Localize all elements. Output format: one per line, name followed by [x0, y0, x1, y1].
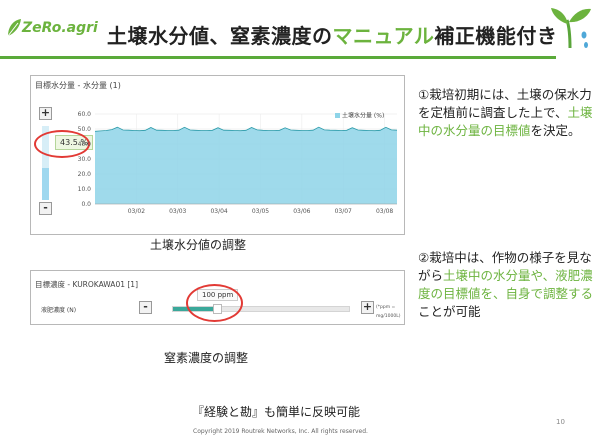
x-tick-label: 03/04: [210, 208, 227, 215]
x-tick-label: 03/02: [128, 208, 145, 215]
y-tick-label: 20.0: [78, 171, 92, 178]
highlight-circle: [186, 284, 243, 322]
y-tick-label: 50.0: [78, 126, 92, 133]
legend-swatch: [335, 113, 340, 118]
x-tick-label: 03/06: [293, 208, 310, 215]
zero-agri-logo: ZeRo.agri: [6, 16, 104, 42]
moisture-increase-button[interactable]: +: [39, 107, 52, 120]
logo-text: ZeRo.agri: [22, 20, 98, 36]
x-tick-label: 03/05: [252, 208, 269, 215]
nitrogen-label: 液肥濃度 (N): [41, 307, 77, 314]
footer-note: 『経験と勘』も簡単に反映可能: [192, 405, 361, 419]
moisture-slider-fill: [42, 167, 49, 200]
legend-label: 土壌水分量 (%): [342, 112, 384, 120]
explanation-1-tail: を決定。: [530, 123, 581, 138]
x-tick-label: 03/03: [169, 208, 186, 215]
page-number: 10: [556, 418, 565, 426]
explanation-block-1: ①栽培初期には、土壌の保水力を定植前に調査した上で、土壌中の水分量の目標値を決定…: [418, 86, 596, 140]
copyright: Copyright 2019 Routrek Networks, Inc. Al…: [193, 428, 368, 435]
y-tick-label: 0.0: [81, 201, 91, 208]
y-tick-label: 40.0: [78, 141, 92, 148]
title-part2: 補正機能付き: [434, 24, 558, 48]
moisture-decrease-button[interactable]: -: [39, 202, 52, 215]
x-tick-label: 03/08: [376, 208, 393, 215]
y-tick-label: 30.0: [78, 156, 92, 163]
nitrogen-target-panel: 目標濃度 - KUROKAWA01 [1] 液肥濃度 (N) - 100 ppm…: [30, 270, 405, 325]
leaf-icon: [7, 19, 21, 37]
x-tick-label: 03/07: [335, 208, 352, 215]
moisture-panel-title: 目標水分量 - 水分量 (1): [35, 81, 121, 90]
page-title: 土壌水分値、窒素濃度のマニュアル補正機能付き: [107, 20, 557, 49]
moisture-chart: 60.0 50.0 40.0 30.0 20.0 10.0 0.0 03/02 03/03 03/…: [78, 111, 398, 215]
title-highlight: マニュアル: [332, 24, 435, 48]
moisture-target-panel: 目標水分量 - 水分量 (1) + - 43.5 % 60.0 50.0 40.0 3…: [30, 75, 405, 235]
moisture-caption: 土壌水分値の調整: [150, 238, 247, 252]
title-part1: 土壌水分値、窒素濃度の: [107, 24, 333, 48]
y-tick-label: 10.0: [78, 186, 92, 193]
header-divider: [0, 56, 556, 59]
explanation-1-text: ①栽培初期には、土壌の保水力を定植前に調査した上で、: [418, 87, 592, 120]
series-area: [95, 127, 397, 204]
y-tick-label: 60.0: [78, 111, 92, 118]
explanation-block-2: ②栽培中は、作物の様子を見ながら土壌中の水分量や、液肥濃度の目標値を、自身で調整…: [418, 249, 596, 321]
sprout-icon: [551, 8, 591, 49]
explanation-2-highlight: 土壌中の水分量や、液肥濃度の目標値を、自身で調整する: [418, 268, 594, 301]
nitrogen-decrease-button[interactable]: -: [139, 301, 152, 314]
nitrogen-increase-button[interactable]: +: [361, 301, 374, 314]
nitrogen-panel-title: 目標濃度 - KUROKAWA01 [1]: [35, 280, 138, 289]
explanation-2-tail: ことが可能: [418, 304, 481, 319]
nitrogen-caption: 窒素濃度の調整: [164, 351, 249, 365]
nitrogen-unit-note: (*ppm = mg/1000L): [376, 305, 401, 319]
